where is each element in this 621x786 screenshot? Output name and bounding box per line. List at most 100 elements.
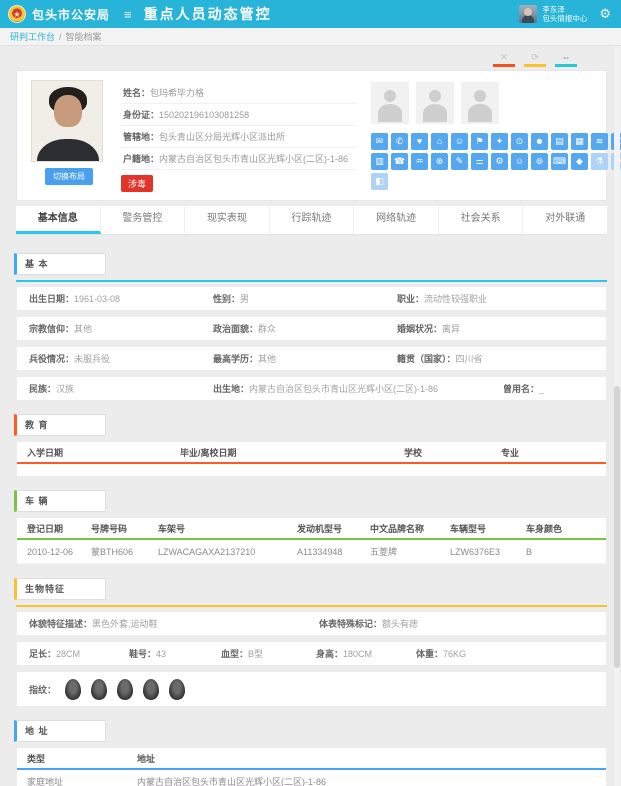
section-label-biometric: 生物特征 [14, 578, 106, 600]
graduation-icon[interactable]: ✦ [491, 133, 508, 150]
panel-refresh-button[interactable]: ⟳ [524, 52, 546, 67]
tab-actual-performance[interactable]: 现实表现 [185, 206, 270, 234]
truck-icon[interactable]: ◆ [571, 153, 588, 170]
section-label-vehicle: 车 辆 [14, 490, 106, 512]
red-indicator-bar [493, 64, 515, 67]
vertical-scrollbar[interactable] [614, 46, 620, 786]
address-value-home: 内蒙古自治区包头市青山区光辉小区(二区)-1-86 [137, 775, 326, 786]
field-birthdate: 出生日期：1961-03-08 [29, 292, 213, 305]
vehicle-body-color: B [526, 547, 532, 557]
vehicle-vin: LZWACAGAXA2137210 [158, 547, 297, 557]
user-icon[interactable]: ☺ [511, 153, 528, 170]
id-card-icon[interactable]: ▥ [371, 153, 388, 170]
bureau-name: 包头市公安局 [32, 6, 110, 23]
field-jurisdiction: 管辖地：包头青山区分局光辉小区派出所 [121, 126, 357, 148]
panel-collapse-button[interactable]: ⇔ [555, 52, 577, 67]
user-menu[interactable]: 李东泽 包头情报中心 [542, 5, 587, 23]
tab-external-contact[interactable]: 对外联通 [523, 206, 607, 234]
app-title: 重点人员动态管控 [144, 4, 272, 24]
photo-column: 切换布局 [31, 80, 107, 193]
basic-row: 兵役情况：未服兵役 最高学历：其他 籍贯（国家）：四川省 [16, 346, 607, 371]
biometric-row: 足长：28CM 鞋号：43 血型：B型 身高：180CM 体重：76KG [16, 641, 607, 666]
field-registered-value: 内蒙古自治区包头市青山区光辉小区(二区)-1-86 [159, 154, 348, 164]
user-avatar[interactable] [519, 5, 537, 23]
vehicle-reg-date: 2010-12-06 [27, 547, 91, 557]
vehicle-brand-name: 五菱牌 [370, 545, 450, 558]
bed-icon[interactable]: ⚌ [471, 153, 488, 170]
settings-gear-icon[interactable]: ⚙ [599, 6, 611, 22]
car-icon[interactable]: ⊙ [511, 133, 528, 150]
tag-icon[interactable]: ✎ [451, 153, 468, 170]
switch-layout-button[interactable]: 切换布局 [45, 168, 93, 185]
heart-icon[interactable]: ♥ [411, 133, 428, 150]
police-car-icon[interactable]: ⊛ [431, 153, 448, 170]
basic-row: 宗教信仰：其他 政治面貌：群众 婚姻状况：离异 [16, 316, 607, 341]
hotel-icon[interactable]: ⚑ [471, 133, 488, 150]
telephone-icon[interactable]: ☎ [391, 153, 408, 170]
panel-controls: ✕ ⟳ ⇔ [0, 46, 621, 70]
cyan-indicator-bar [555, 64, 577, 67]
tab-social-relations[interactable]: 社会关系 [439, 206, 524, 234]
photo-torso [37, 139, 99, 162]
menu-toggle-icon[interactable]: ≡ [124, 7, 132, 22]
action-icon-grid: ✉✆♥⌂☺⚑✦⊙☻▤▦≋☖☑▥☎♒⊛✎⚌⚙☺⊚⌨◆⚗✈◫◧ [371, 133, 621, 190]
app-header: ★ 包头市公安局 ≡ 重点人员动态管控 李东泽 包头情报中心 ⚙ [0, 0, 621, 28]
person-icon[interactable]: ☻ [531, 133, 548, 150]
col-address: 地址 [137, 752, 155, 765]
breadcrumb-current: 智能档案 [66, 30, 102, 43]
breadcrumb-parent-link[interactable]: 研判工作台 [10, 30, 55, 43]
panel-fullscreen-button[interactable]: ✕ [493, 52, 515, 67]
flask-icon[interactable]: ⚗ [591, 153, 608, 170]
field-ethnicity: 民族：汉族 [29, 382, 213, 395]
vehicle-table: 登记日期 号牌号码 车架号 发动机型号 中文品牌名称 车辆型号 车身颜色 201… [16, 517, 607, 565]
address-table: 类型 地址 家庭地址 内蒙古自治区包头市青山区光辉小区(二区)-1-86 房屋地… [16, 747, 607, 786]
field-political-status: 政治面貌：群众 [213, 322, 397, 335]
tab-police-control[interactable]: 警务管控 [101, 206, 186, 234]
signal-icon[interactable]: ♒ [411, 153, 428, 170]
tab-basic-info[interactable]: 基本信息 [16, 206, 101, 234]
fingerprint-image [143, 679, 159, 700]
field-id-number: 身份证：150202196103081258 [121, 104, 357, 126]
home-icon[interactable]: ⌂ [431, 133, 448, 150]
taxi-icon[interactable]: ⊚ [531, 153, 548, 170]
education-table-header: 入学日期 毕业/离校日期 学校 专业 [17, 442, 606, 464]
address-row: 家庭地址 内蒙古自治区包头市青山区光辉小区(二区)-1-86 [17, 770, 606, 786]
field-former-name: 曾用名：_ [503, 382, 544, 395]
col-enroll-date: 入学日期 [27, 446, 180, 459]
col-brand-name: 中文品牌名称 [370, 522, 450, 535]
tab-network-track[interactable]: 网络轨迹 [354, 206, 439, 234]
field-jurisdiction-label: 管辖地： [123, 132, 159, 142]
group-icon[interactable]: ☺ [451, 133, 468, 150]
wifi-icon[interactable]: ≋ [591, 133, 608, 150]
section-label-basic: 基 本 [14, 253, 106, 275]
fullscreen-icon: ✕ [493, 52, 515, 62]
document-icon[interactable]: ▤ [551, 133, 568, 150]
scrollbar-thumb[interactable] [614, 386, 620, 667]
col-plate-number: 号牌号码 [91, 522, 158, 535]
subway-icon[interactable]: ◧ [371, 173, 388, 190]
field-marital-status: 婚姻状况：离异 [397, 322, 460, 335]
user-org: 包头情报中心 [542, 14, 587, 23]
field-appearance: 体貌特征描述：黑色外套,运动鞋 [29, 617, 319, 630]
keyboard-icon[interactable]: ⌨ [551, 153, 568, 170]
fingerprint-image [65, 679, 81, 700]
basic-row: 出生日期：1961-03-08 性别：男 职业：流动性较强职业 [16, 286, 607, 311]
field-body-marks: 体表特殊标记：额头有痣 [319, 617, 418, 630]
fingerprint-image [91, 679, 107, 700]
section-address-title: 地 址 [25, 726, 49, 736]
comment-icon[interactable]: ✉ [371, 133, 388, 150]
breadcrumb-separator: / [59, 32, 62, 42]
phone-call-icon[interactable]: ✆ [391, 133, 408, 150]
address-table-header: 类型 地址 [17, 748, 606, 770]
profile-actions-column: ✉✆♥⌂☺⚑✦⊙☻▤▦≋☖☑▥☎♒⊛✎⚌⚙☺⊚⌨◆⚗✈◫◧ [371, 80, 621, 193]
gear-icon[interactable]: ⚙ [491, 153, 508, 170]
col-vin: 车架号 [158, 522, 297, 535]
image-icon[interactable]: ▦ [571, 133, 588, 150]
section-label-address: 地 址 [14, 720, 106, 742]
basic-accent-line [16, 280, 607, 282]
field-shoe-size: 鞋号：43 [129, 647, 221, 660]
tab-movement-track[interactable]: 行踪轨迹 [270, 206, 355, 234]
field-education-level: 最高学历：其他 [213, 352, 397, 365]
address-type-home: 家庭地址 [27, 775, 137, 786]
education-empty-body [17, 464, 606, 476]
